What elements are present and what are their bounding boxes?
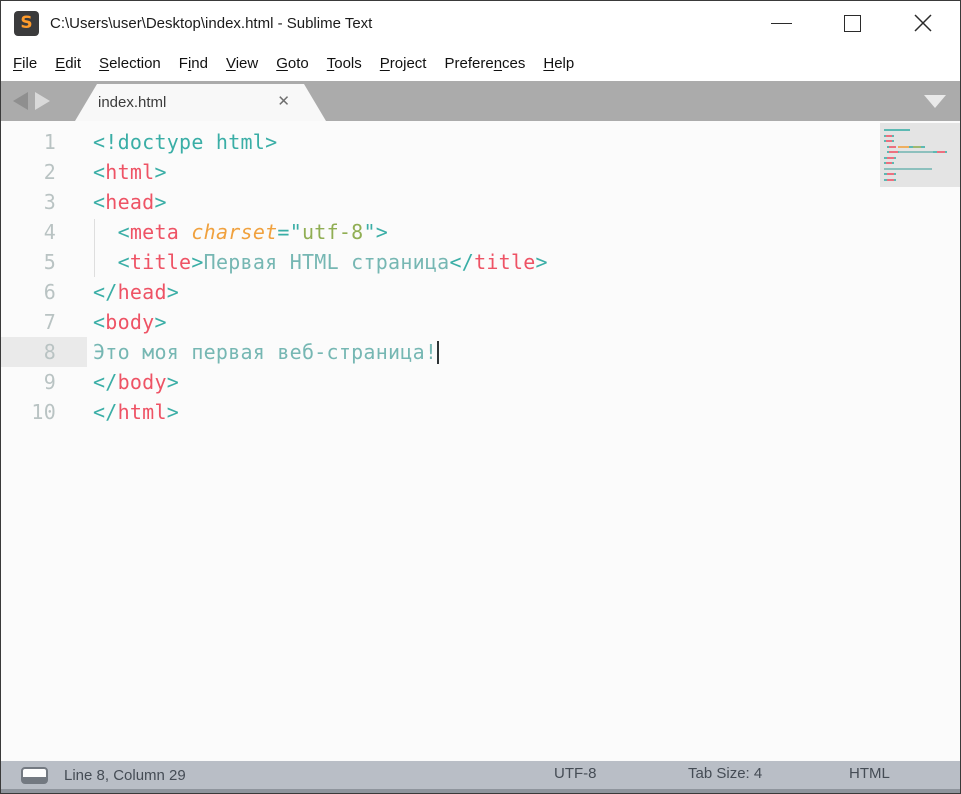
menu-item-help[interactable]: Help [534,49,583,78]
close-button[interactable] [911,11,935,35]
tab-nav-right-icon[interactable] [35,92,50,110]
tab-bar: index.html ✕ [1,81,960,121]
menu-item-selection[interactable]: Selection [90,49,170,78]
line-number[interactable]: 2 [1,157,56,187]
status-bar: Line 8, Column 29 UTF-8 Tab Size: 4 HTML [1,761,960,789]
line-number[interactable]: 1 [1,127,56,157]
line-number-gutter[interactable]: 12345678910 [1,127,56,427]
encoding-status[interactable]: UTF-8 [554,765,597,782]
window-controls [769,11,960,35]
line-number[interactable]: 8 [1,337,56,367]
tab-size-status[interactable]: Tab Size: 4 [688,765,762,782]
menu-item-file[interactable]: File [4,49,46,78]
tab-index-html[interactable]: index.html ✕ [75,84,326,121]
code-area[interactable]: <!doctype html><html><head> <meta charse… [93,127,548,427]
menu-item-preferences[interactable]: Preferences [435,49,534,78]
minimize-button[interactable] [769,11,793,35]
menu-item-edit[interactable]: Edit [46,49,90,78]
menu-item-find[interactable]: Find [170,49,217,78]
code-line[interactable]: <html> [93,157,548,187]
line-number[interactable]: 10 [1,397,56,427]
code-line[interactable]: Это моя первая веб-страница! [93,337,548,367]
line-number[interactable]: 6 [1,277,56,307]
tab-close-icon[interactable]: ✕ [277,92,290,110]
code-line[interactable]: </head> [93,277,548,307]
menu-item-view[interactable]: View [217,49,267,78]
menu-item-goto[interactable]: Goto [267,49,318,78]
tab-list-dropdown-icon[interactable] [924,95,946,108]
code-line[interactable]: <title>Первая HTML страница</title> [93,247,548,277]
sublime-logo-icon: S [14,11,39,36]
maximize-icon [844,15,861,32]
code-line[interactable]: <!doctype html> [93,127,548,157]
minimap[interactable] [880,121,960,761]
tab-label: index.html [98,94,286,111]
code-line[interactable]: <head> [93,187,548,217]
line-number[interactable]: 4 [1,217,56,247]
editor-pane[interactable]: 12345678910 <!doctype html><html><head> … [1,121,960,761]
line-number[interactable]: 5 [1,247,56,277]
minimap-code [884,129,947,184]
syntax-status[interactable]: HTML [849,765,890,782]
line-number[interactable]: 7 [1,307,56,337]
menu-item-project[interactable]: Project [371,49,436,78]
code-line[interactable]: </html> [93,397,548,427]
code-line[interactable]: <meta charset="utf-8"> [93,217,548,247]
close-icon [912,12,934,34]
title-bar: S C:\Users\user\Desktop\index.html - Sub… [1,1,960,45]
maximize-button[interactable] [840,11,864,35]
code-line[interactable]: <body> [93,307,548,337]
menu-item-tools[interactable]: Tools [318,49,371,78]
menu-bar: FileEditSelectionFindViewGotoToolsProjec… [1,45,960,81]
window-title: C:\Users\user\Desktop\index.html - Subli… [50,15,769,32]
line-number[interactable]: 3 [1,187,56,217]
text-cursor [437,341,439,364]
tab-nav-left-icon[interactable] [13,92,28,110]
code-line[interactable]: </body> [93,367,548,397]
cursor-position-status[interactable]: Line 8, Column 29 [64,767,186,784]
sublime-text-window: S C:\Users\user\Desktop\index.html - Sub… [0,0,961,794]
line-number[interactable]: 9 [1,367,56,397]
show-panel-icon[interactable] [21,767,48,784]
window-bottom-edge [1,789,960,793]
minimize-icon [771,23,792,24]
